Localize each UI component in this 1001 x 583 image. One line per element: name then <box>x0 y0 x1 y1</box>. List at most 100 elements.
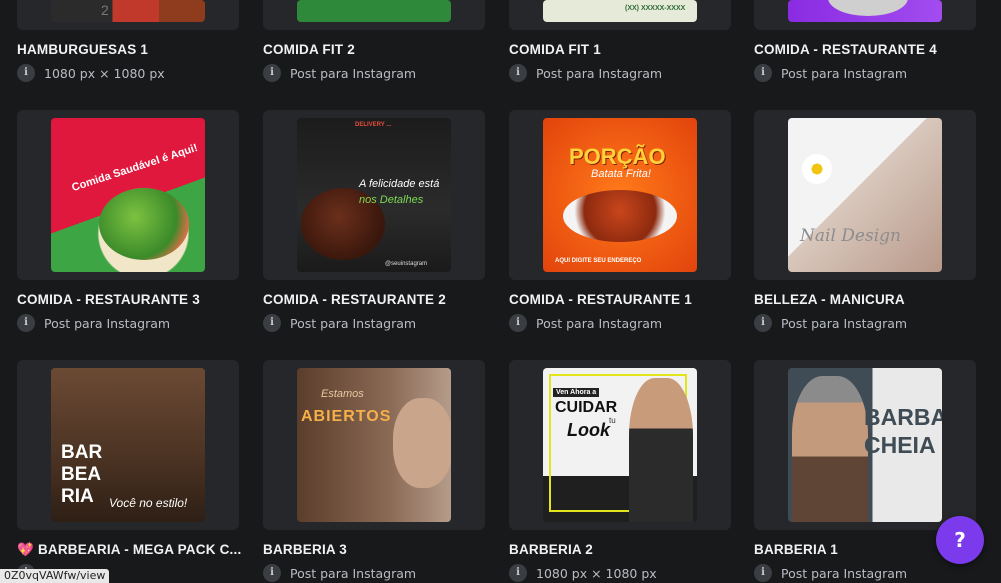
thumbnail-line-2: CHEIA <box>864 432 936 458</box>
thumbnail-line-3: RIA <box>61 486 94 507</box>
info-icon[interactable]: i <box>754 314 772 332</box>
thumbnail-instagram: @seuinstagram <box>385 261 428 267</box>
card-meta-text: 1080 px × 1080 px <box>536 565 657 581</box>
card-meta-text: Post para Instagram <box>290 565 417 581</box>
info-icon[interactable]: i <box>754 564 772 582</box>
card-title[interactable]: COMIDA - RESTAURANTE 2 <box>263 292 446 307</box>
template-thumbnail[interactable]: Estamos ABIERTOS <box>263 360 485 530</box>
thumbnail-man-shape <box>629 378 693 522</box>
template-thumbnail[interactable]: BARBA CHEIA <box>754 360 976 530</box>
card-meta-text: Post para Instagram <box>44 315 171 331</box>
thumbnail-image: Ven Ahora a CUIDAR tu Look <box>543 368 697 522</box>
card-meta-text: 1080 px × 1080 px <box>44 65 165 81</box>
card-meta: i 1080 px × 1080 px <box>17 64 165 82</box>
thumbnail-man-shape <box>792 376 868 522</box>
info-icon[interactable]: i <box>509 564 527 582</box>
thumbnail-headline: Comida Saudável é Aqui! <box>70 141 200 195</box>
card-title[interactable]: BARBERIA 1 <box>754 542 838 557</box>
card-meta: i Post para Instagram <box>263 564 416 582</box>
card-title[interactable]: BARBERIA 3 <box>263 542 347 557</box>
thumbnail-image: DELIVERY ... A felicidade está nos Detal… <box>297 118 451 272</box>
template-thumbnail[interactable]: Ven Ahora a CUIDAR tu Look <box>509 360 731 530</box>
thumbnail-line-1: Estamos <box>321 388 364 400</box>
thumbnail-subheadline: Batata Frita! <box>591 168 651 180</box>
help-button[interactable]: ? <box>936 516 984 564</box>
thumbnail-image <box>297 0 451 22</box>
thumbnail-image: (XX) XXXXX-XXXX <box>543 0 697 22</box>
card-meta: i Post para Instagram <box>754 564 907 582</box>
card-meta: i 1080 px × 1080 px <box>509 564 657 582</box>
thumbnail-line-2: CUIDAR <box>555 399 618 416</box>
thumbnail-image: Comida Saudável é Aqui! <box>51 118 205 272</box>
thumbnail-image: PORÇÃO Batata Frita! AQUI DIGITE SEU END… <box>543 118 697 272</box>
card-title[interactable]: COMIDA - RESTAURANTE 3 <box>17 292 200 307</box>
card-meta: i Post para Instagram <box>754 314 907 332</box>
template-thumbnail[interactable]: (XX) XXXXX-XXXX <box>509 0 731 30</box>
thumbnail-image: Estamos ABIERTOS <box>297 368 451 522</box>
card-meta-text: Post para Instagram <box>536 65 663 81</box>
card-title[interactable]: COMIDA FIT 1 <box>509 42 601 57</box>
thumbnail-image: BAR BEA RIA Você no estilo! <box>51 368 205 522</box>
info-icon[interactable]: i <box>263 564 281 582</box>
thumbnail-number: 2 <box>101 2 109 18</box>
status-url: 0Z0vqVAWfw/view <box>0 569 110 583</box>
thumbnail-salad-shape <box>99 188 189 260</box>
template-thumbnail[interactable]: Nail Design <box>754 110 976 280</box>
thumbnail-headline: Nail Design <box>800 226 901 246</box>
card-title[interactable]: BARBERIA 2 <box>509 542 593 557</box>
card-title[interactable]: COMIDA - RESTAURANTE 4 <box>754 42 937 57</box>
thumbnail-line-1: BAR <box>61 442 103 463</box>
thumbnail-plate-shape <box>828 0 908 16</box>
info-icon[interactable]: i <box>17 64 35 82</box>
card-title[interactable]: COMIDA FIT 2 <box>263 42 355 57</box>
thumbnail-tagline: Você no estilo! <box>109 496 188 510</box>
card-meta: i Post para Instagram <box>263 64 416 82</box>
info-icon[interactable]: i <box>754 64 772 82</box>
thumbnail-face-shape <box>393 398 451 488</box>
template-thumbnail[interactable] <box>263 0 485 30</box>
thumbnail-phone-text: (XX) XXXXX-XXXX <box>625 5 686 12</box>
thumbnail-image <box>788 0 942 22</box>
thumbnail-address: AQUI DIGITE SEU ENDEREÇO <box>555 258 642 264</box>
thumbnail-headline: PORÇÃO <box>569 144 666 169</box>
card-meta: i Post para Instagram <box>509 314 662 332</box>
card-title[interactable]: BELLEZA - MANICURA <box>754 292 905 307</box>
thumbnail-top-text: DELIVERY ... <box>355 122 392 128</box>
card-meta-text: Post para Instagram <box>536 315 663 331</box>
card-meta: i Post para Instagram <box>263 314 416 332</box>
info-icon[interactable]: i <box>263 314 281 332</box>
card-title[interactable]: COMIDA - RESTAURANTE 1 <box>509 292 692 307</box>
thumbnail-line-3: tu <box>609 416 616 425</box>
template-thumbnail[interactable]: Comida Saudável é Aqui! <box>17 110 239 280</box>
card-meta: i Post para Instagram <box>509 64 662 82</box>
thumbnail-line-2: ABIERTOS <box>301 408 392 425</box>
card-title[interactable]: 💖 BARBEARIA - MEGA PACK C... <box>17 542 241 558</box>
thumbnail-image: 2 <box>51 0 205 22</box>
thumbnail-phrase-1: A felicidade está <box>359 178 440 190</box>
card-meta-text: Post para Instagram <box>290 315 417 331</box>
template-thumbnail[interactable] <box>754 0 976 30</box>
info-icon[interactable]: i <box>509 314 527 332</box>
info-icon[interactable]: i <box>17 314 35 332</box>
card-title[interactable]: HAMBURGUESAS 1 <box>17 42 148 57</box>
thumbnail-line-2: BEA <box>61 464 102 485</box>
template-thumbnail[interactable]: 2 <box>17 0 239 30</box>
card-meta: i Post para Instagram <box>754 64 907 82</box>
thumbnail-line-4: Look <box>567 420 610 440</box>
card-meta: i Post para Instagram <box>17 314 170 332</box>
card-meta-text: Post para Instagram <box>290 65 417 81</box>
template-thumbnail[interactable]: DELIVERY ... A felicidade está nos Detal… <box>263 110 485 280</box>
card-meta-text: Post para Instagram <box>781 65 908 81</box>
template-thumbnail[interactable]: BAR BEA RIA Você no estilo! <box>17 360 239 530</box>
template-thumbnail[interactable]: PORÇÃO Batata Frita! AQUI DIGITE SEU END… <box>509 110 731 280</box>
info-icon[interactable]: i <box>509 64 527 82</box>
card-meta-text: Post para Instagram <box>781 315 908 331</box>
thumbnail-image: Nail Design <box>788 118 942 272</box>
thumbnail-flower-shape <box>802 154 832 184</box>
info-icon[interactable]: i <box>263 64 281 82</box>
thumbnail-image: BARBA CHEIA <box>788 368 942 522</box>
thumbnail-line-1: BARBA <box>864 404 942 430</box>
thumbnail-line-1: Ven Ahora a <box>553 388 600 397</box>
card-meta-text: Post para Instagram <box>781 565 908 581</box>
thumbnail-dish-shape <box>563 190 677 242</box>
